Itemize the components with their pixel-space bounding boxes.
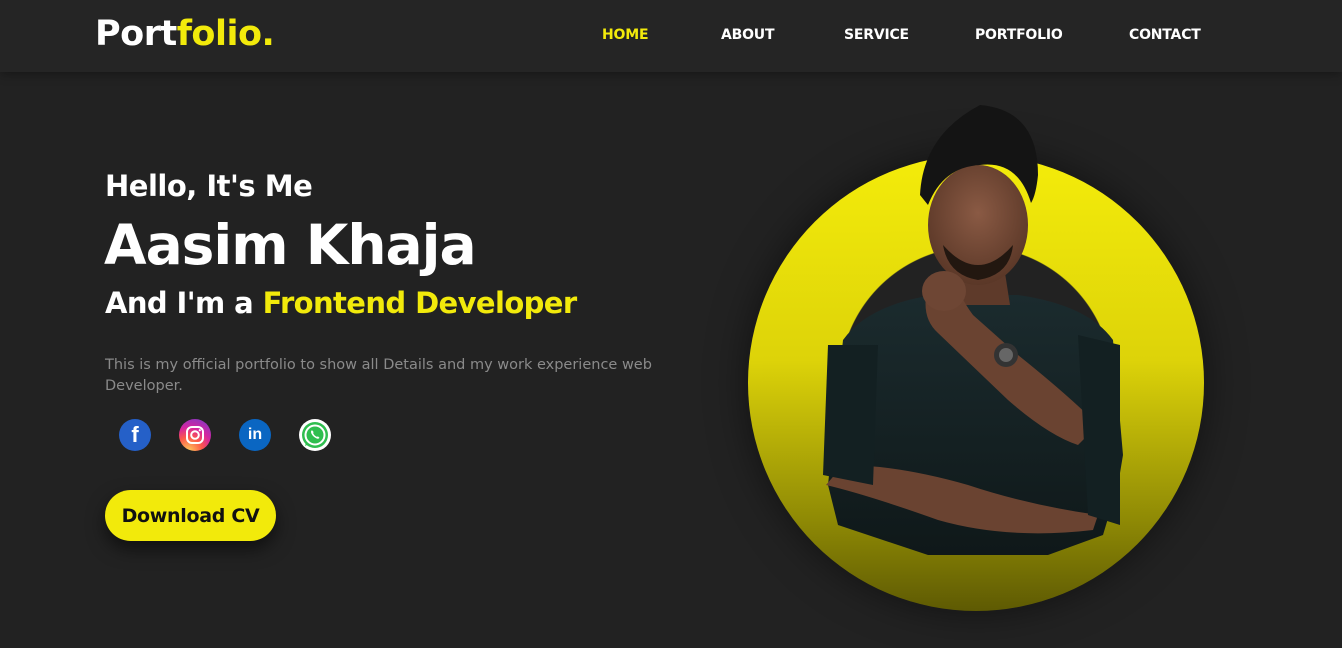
nav-about[interactable]: ABOUT [721,27,775,43]
logo-text: Port [95,14,177,54]
hero-role: And I'm a Frontend Developer [105,286,577,320]
role-highlight: Frontend Developer [262,286,578,320]
hero-greeting: Hello, It's Me [105,169,313,203]
nav-contact[interactable]: CONTACT [1129,27,1201,43]
profile-photo [748,105,1204,611]
nav-service[interactable]: SERVICE [844,27,909,43]
profile-person-image [823,105,1123,555]
download-cv-button[interactable]: Download CV [105,490,276,541]
hero-description: This is my official portfolio to show al… [105,357,652,394]
site-header: Portfolio. HOME ABOUT SERVICE PORTFOLIO … [0,0,1342,72]
instagram-icon[interactable] [179,419,211,451]
nav-home[interactable]: HOME [602,27,649,43]
logo-highlight: folio. [176,14,275,54]
site-logo[interactable]: Portfolio. [95,14,275,54]
nav-portfolio[interactable]: PORTFOLIO [975,27,1063,43]
whatsapp-icon[interactable] [299,419,331,451]
hero-name: Aasim Khaja [104,213,477,277]
facebook-icon[interactable]: f [119,419,151,451]
linkedin-icon[interactable]: in [239,419,271,451]
role-prefix: And I'm a [105,286,254,320]
